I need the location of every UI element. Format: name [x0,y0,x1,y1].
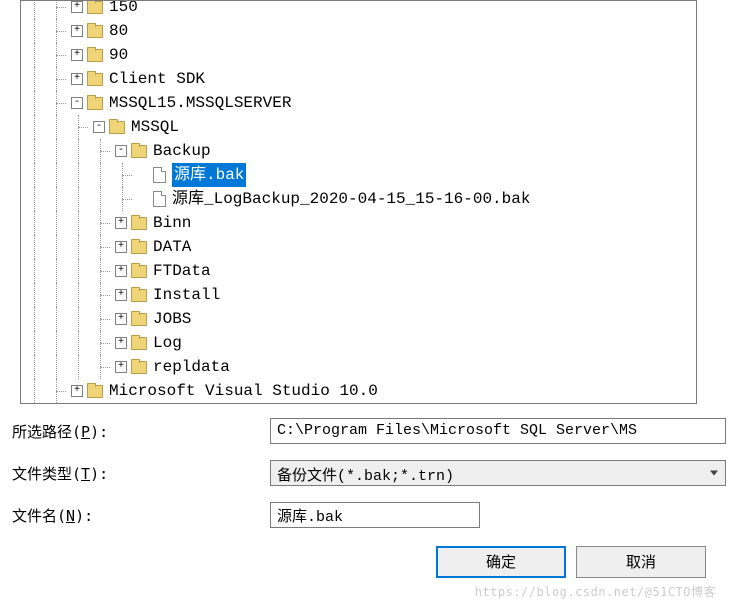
tree-node-label[interactable]: Backup [153,139,211,163]
tree-node-label[interactable]: DATA [153,235,191,259]
expand-icon[interactable]: + [71,385,83,397]
tree-node[interactable]: + Install [27,283,696,307]
tree-node[interactable]: + JOBS [27,307,696,331]
tree-node[interactable]: - MSSQL15.MSSQLSERVER [27,91,696,115]
file-type-label: 文件类型(T): [12,463,270,484]
tree-node[interactable]: + DATA [27,235,696,259]
folder-icon [87,49,103,62]
expand-icon[interactable]: + [115,361,127,373]
folder-icon [131,313,147,326]
tree-node[interactable]: + Binn [27,211,696,235]
expand-icon[interactable]: + [115,289,127,301]
selected-path-display: C:\Program Files\Microsoft SQL Server\MS [270,418,726,444]
tree-node[interactable]: + Microsoft Visual Studio 10.0 [27,379,696,403]
expand-icon[interactable]: + [115,241,127,253]
collapse-icon[interactable]: - [71,97,83,109]
tree-node[interactable]: 源库.bak [27,163,696,187]
folder-icon [131,217,147,230]
tree-node-label[interactable]: 150 [109,0,138,19]
expand-icon[interactable]: + [115,217,127,229]
form-area: 所选路径(P): C:\Program Files\Microsoft SQL … [12,418,726,528]
file-tree-panel[interactable]: +150+80+90+Client SDK-MSSQL15.MSSQLSERVE… [20,0,697,404]
chevron-down-icon [710,471,718,476]
folder-icon [131,361,147,374]
collapse-icon[interactable]: - [93,121,105,133]
tree-node[interactable]: +80 [27,19,696,43]
tree-node[interactable]: - Backup [27,139,696,163]
tree-node-label[interactable]: 80 [109,19,128,43]
folder-icon [131,145,147,158]
tree-node[interactable]: +90 [27,43,696,67]
tree-node[interactable]: +150 [27,0,696,19]
path-label: 所选路径(P): [12,421,270,442]
tree-node-label[interactable]: Install [153,283,220,307]
expand-icon[interactable]: + [71,73,83,85]
tree-node-label[interactable]: 90 [109,43,128,67]
folder-icon [87,1,103,14]
tree-node-label[interactable]: 源库_LogBackup_2020-04-15_15-16-00.bak [172,187,530,211]
folder-icon [87,25,103,38]
tree-node[interactable]: + FTData [27,259,696,283]
folder-icon [87,385,103,398]
tree-node-label[interactable]: Log [153,331,182,355]
tree-node-label[interactable]: 源库.bak [172,163,246,187]
dialog-buttons: 确定 取消 [0,546,706,578]
tree-node[interactable]: - MSSQL [27,115,696,139]
expand-icon[interactable]: + [115,337,127,349]
expand-icon[interactable]: + [115,313,127,325]
tree-node-label[interactable]: MSSQL [131,115,179,139]
tree-node-label[interactable]: repldata [153,355,230,379]
folder-icon [131,241,147,254]
ok-button[interactable]: 确定 [436,546,566,578]
tree-node[interactable]: + repldata [27,355,696,379]
tree-node-label[interactable]: FTData [153,259,211,283]
folder-icon [131,265,147,278]
file-type-select[interactable]: 备份文件(*.bak;*.trn) [270,460,726,486]
file-name-input[interactable] [270,502,480,528]
file-icon [153,191,166,207]
tree-node[interactable]: 源库_LogBackup_2020-04-15_15-16-00.bak [27,187,696,211]
expand-icon[interactable]: + [115,265,127,277]
tree-node-label[interactable]: Microsoft Visual Studio 10.0 [109,379,378,403]
tree-node[interactable]: + Log [27,331,696,355]
folder-icon [109,121,125,134]
tree-node-label[interactable]: JOBS [153,307,191,331]
file-name-label: 文件名(N): [12,505,270,526]
tree-node[interactable]: + Client SDK [27,67,696,91]
folder-icon [131,289,147,302]
watermark-text: https://blog.csdn.net/@51CTO博客 [475,583,716,600]
expand-icon[interactable]: + [71,25,83,37]
folder-icon [87,97,103,110]
folder-icon [87,73,103,86]
expand-icon[interactable]: + [71,49,83,61]
file-icon [153,167,166,183]
folder-icon [131,337,147,350]
tree-node-label[interactable]: Client SDK [109,67,205,91]
tree-node-label[interactable]: MSSQL15.MSSQLSERVER [109,91,291,115]
expand-icon[interactable]: + [71,1,83,13]
cancel-button[interactable]: 取消 [576,546,706,578]
collapse-icon[interactable]: - [115,145,127,157]
tree-node-label[interactable]: Binn [153,211,191,235]
